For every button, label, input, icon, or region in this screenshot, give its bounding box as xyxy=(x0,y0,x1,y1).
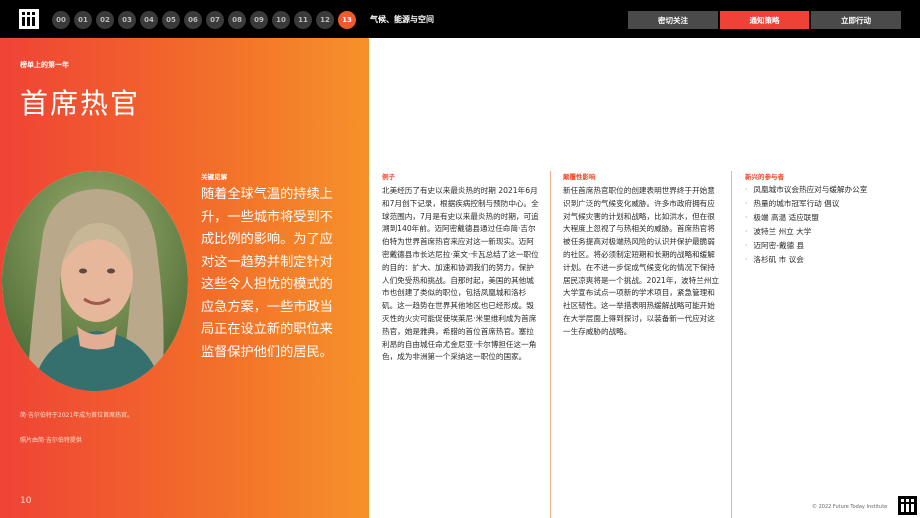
portrait-photo xyxy=(2,171,188,391)
footer-logo-icon xyxy=(898,496,917,515)
photo-credit: 照片由简·吉尔伯特提供 xyxy=(20,437,82,444)
list-item: · 迈阿密-戴德 县 xyxy=(745,240,805,250)
portrait-illustration xyxy=(2,171,188,391)
section-title: 气候、能源与空间 xyxy=(370,15,434,24)
list-item: · 波特兰 州立 大学 xyxy=(745,226,812,236)
copyright-text: © 2022 Future Today Institute xyxy=(812,504,888,510)
section-09-button[interactable]: 09 xyxy=(250,11,268,29)
section-number-nav: 00 01 02 03 04 05 06 07 08 09 10 11 12 1… xyxy=(52,11,356,29)
disruptive-impact-label: 颠覆性影响 xyxy=(563,173,596,181)
list-item: · 热量的城市冠军行动 倡议 xyxy=(745,198,840,208)
act-now-button[interactable]: 立即行动 xyxy=(811,11,901,29)
examples-text: 北美经历了有史以来最炎热的时期 2021年6月和7月创下记录，根据疾病控制与预防… xyxy=(382,186,539,362)
section-11-button[interactable]: 11 xyxy=(294,11,312,29)
section-00-button[interactable]: 00 xyxy=(52,11,70,29)
section-05-button[interactable]: 05 xyxy=(162,11,180,29)
section-07-button[interactable]: 07 xyxy=(206,11,224,29)
section-13-button[interactable]: 13 xyxy=(338,11,356,29)
page-title: 首席热官 xyxy=(20,87,141,120)
section-06-button[interactable]: 06 xyxy=(184,11,202,29)
key-insight-text: 随着全球气温的持续上升，一些城市将受到不成比例的影响。为了应对这一趋势并制定针对… xyxy=(201,187,333,360)
watch-closely-button[interactable]: 密切关注 xyxy=(628,11,718,29)
section-04-button[interactable]: 04 xyxy=(140,11,158,29)
page-number: 10 xyxy=(20,496,32,506)
column-divider xyxy=(731,171,732,518)
disruptive-impact-text: 新任首席热官职位的创建表明世界终于开始意识到广泛的气候变化威胁。许多市政府拥有应… xyxy=(563,186,720,336)
examples-label: 例子 xyxy=(382,173,395,181)
list-item: · 凤凰城市议会热应对与缓解办公室 xyxy=(745,185,868,194)
top-nav-bar: 00 01 02 03 04 05 06 07 08 09 10 11 12 1… xyxy=(0,0,920,38)
key-insight-label: 关键见解 xyxy=(201,173,227,181)
photo-caption: 简·吉尔伯特于2021年成为首位首席热官。 xyxy=(20,412,134,419)
inform-strategy-button[interactable]: 通知策略 xyxy=(720,11,809,29)
emerging-players-label: 新兴的参与者 xyxy=(745,173,784,181)
column-divider xyxy=(550,171,551,518)
section-10-button[interactable]: 10 xyxy=(272,11,290,29)
section-01-button[interactable]: 01 xyxy=(74,11,92,29)
section-12-button[interactable]: 12 xyxy=(316,11,334,29)
section-02-button[interactable]: 02 xyxy=(96,11,114,29)
kicker-label: 榜单上的第一年 xyxy=(20,61,69,69)
emerging-players-list: · 凤凰城市议会热应对与缓解办公室 · 热量的城市冠军行动 倡议 · 极端 高温 适应… xyxy=(745,184,875,268)
hero-panel: 榜单上的第一年 首席热官 简·吉尔伯特于2021年成为首位首席热官。 照片由简·… xyxy=(0,38,369,518)
fti-logo-icon[interactable] xyxy=(19,9,39,29)
list-item: · 洛杉矶 市 议会 xyxy=(745,254,804,264)
section-03-button[interactable]: 03 xyxy=(118,11,136,29)
list-item: · 极端 高温 适应联盟 xyxy=(745,212,819,222)
section-08-button[interactable]: 08 xyxy=(228,11,246,29)
